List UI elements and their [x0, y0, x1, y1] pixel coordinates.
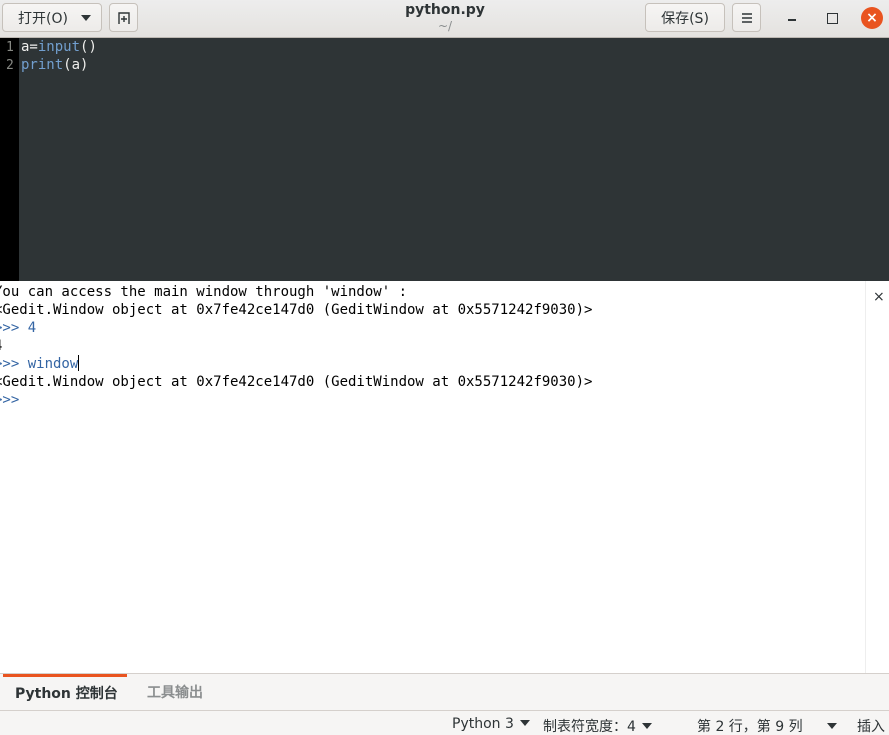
close-window-button[interactable]: × [861, 7, 883, 29]
console-prompt[interactable]: >>> [0, 391, 19, 409]
code-line[interactable]: a=input() [21, 39, 97, 55]
save-button[interactable]: 保存(S) [645, 3, 725, 32]
new-document-icon [117, 11, 130, 24]
close-icon: × [873, 289, 885, 305]
open-button-label: 打开(O) [18, 10, 68, 27]
line-number-gutter: 1 2 [0, 38, 19, 281]
code-keyword: input [37, 39, 81, 55]
code-line[interactable]: print(a) [21, 57, 88, 73]
code-text: (a) [63, 57, 89, 73]
hamburger-menu-button[interactable] [732, 3, 761, 32]
line-number: 1 [6, 40, 14, 55]
tab-width-label: 制表符宽度：4 [543, 719, 636, 735]
bottom-panel-tabs: Python 控制台 工具输出 [0, 673, 889, 710]
console-input-line: >>> 4 [0, 320, 37, 336]
tab-python-console[interactable]: Python 控制台 [3, 674, 127, 710]
console-line: <Gedit.Window object at 0x7fe42ce147d0 (… [0, 302, 593, 318]
cursor-position-label: 第 2 行，第 9 列 [697, 719, 803, 735]
status-bar: Python 3 制表符宽度：4 第 2 行，第 9 列 插入 [0, 710, 889, 735]
cursor-position-selector[interactable]: 第 2 行，第 9 列 [697, 716, 837, 735]
code-text: a= [21, 39, 38, 55]
console-input-text: >>> window [0, 356, 79, 372]
hamburger-icon [741, 12, 752, 23]
close-icon: × [866, 10, 878, 26]
python-console[interactable]: You can access the main window through '… [0, 281, 865, 673]
console-line: You can access the main window through '… [0, 284, 408, 300]
window-title-area: python.py ~/ [300, 2, 590, 33]
open-button[interactable]: 打开(O) [2, 3, 102, 32]
tab-tool-output[interactable]: 工具输出 [147, 674, 203, 710]
insert-mode-indicator: 插入 [857, 719, 885, 735]
header-bar: 打开(O) python.py ~/ 保存(S) × [0, 0, 889, 38]
chevron-down-icon [826, 723, 837, 729]
close-panel-button[interactable]: × [873, 289, 885, 305]
line-number: 2 [6, 58, 14, 73]
minimize-button[interactable] [782, 9, 802, 29]
window-title: python.py [405, 2, 485, 18]
console-input-line: >>> window [0, 355, 80, 373]
console-line: 4 [0, 337, 2, 355]
chevron-down-icon [641, 723, 652, 729]
console-scrollbar[interactable] [865, 281, 889, 673]
language-selector[interactable]: Python 3 [452, 716, 530, 732]
text-cursor [78, 355, 80, 371]
chevron-down-icon [519, 720, 530, 726]
code-text: () [80, 39, 97, 55]
language-label: Python 3 [452, 716, 514, 732]
maximize-button[interactable] [822, 9, 842, 29]
save-button-label: 保存(S) [661, 10, 709, 27]
chevron-down-icon [81, 15, 91, 21]
console-line: <Gedit.Window object at 0x7fe42ce147d0 (… [0, 374, 593, 390]
code-keyword: print [21, 57, 64, 73]
tab-width-selector[interactable]: 制表符宽度：4 [543, 716, 652, 735]
new-tab-button[interactable] [109, 3, 138, 32]
code-editor[interactable]: 1 2 a=input() print(a) [0, 38, 889, 281]
window-subtitle: ~/ [437, 19, 453, 33]
